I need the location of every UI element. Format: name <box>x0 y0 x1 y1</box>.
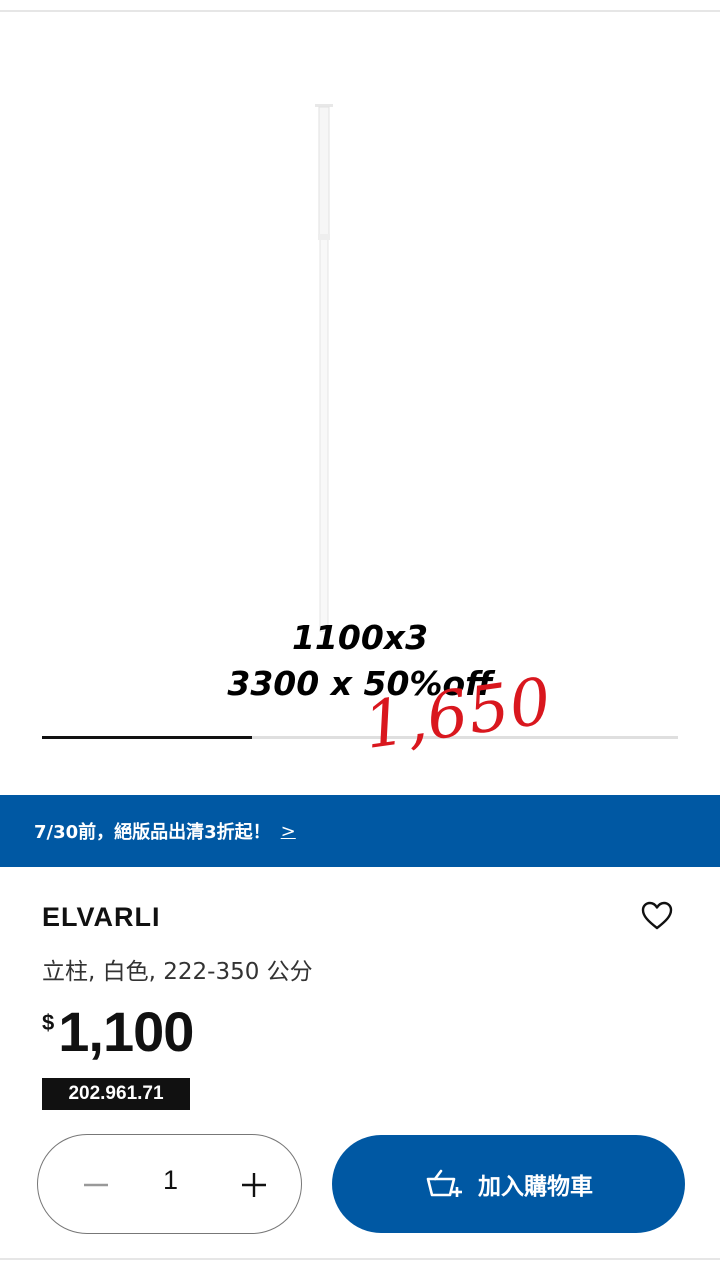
article-number: 202.961.71 <box>42 1078 190 1110</box>
heart-outline-icon[interactable] <box>640 900 674 932</box>
product-image-pole <box>315 104 333 632</box>
price-currency: $ <box>42 1010 55 1035</box>
cart-plus-icon <box>426 1169 462 1197</box>
quantity-value[interactable]: 1 <box>133 1165 208 1196</box>
product-image-gallery[interactable] <box>0 12 720 772</box>
add-to-cart-button[interactable]: 加入購物車 <box>332 1135 685 1233</box>
quantity-stepper: 1 <box>37 1134 302 1234</box>
bottom-divider <box>0 1258 720 1260</box>
plus-icon[interactable] <box>226 1157 282 1213</box>
overlay-calc-line1: 1100x3 <box>291 618 429 657</box>
add-to-cart-label: 加入購物車 <box>478 1174 593 1200</box>
product-description: 立柱, 白色, 222-350 公分 <box>42 959 313 985</box>
promo-arrow-icon[interactable]: > <box>281 821 296 842</box>
price-amount: 1,100 <box>58 1000 194 1063</box>
promo-text: 7/30前，絕版品出清3折起！ <box>34 822 271 843</box>
carousel-progress-fill <box>42 736 252 739</box>
carousel-progress-track <box>42 736 678 739</box>
product-price: $ 1,100 <box>42 1000 194 1063</box>
minus-icon[interactable] <box>68 1157 124 1213</box>
product-name: ELVARLI <box>42 902 161 932</box>
promo-banner[interactable]: 7/30前，絕版品出清3折起！ > <box>0 795 720 867</box>
